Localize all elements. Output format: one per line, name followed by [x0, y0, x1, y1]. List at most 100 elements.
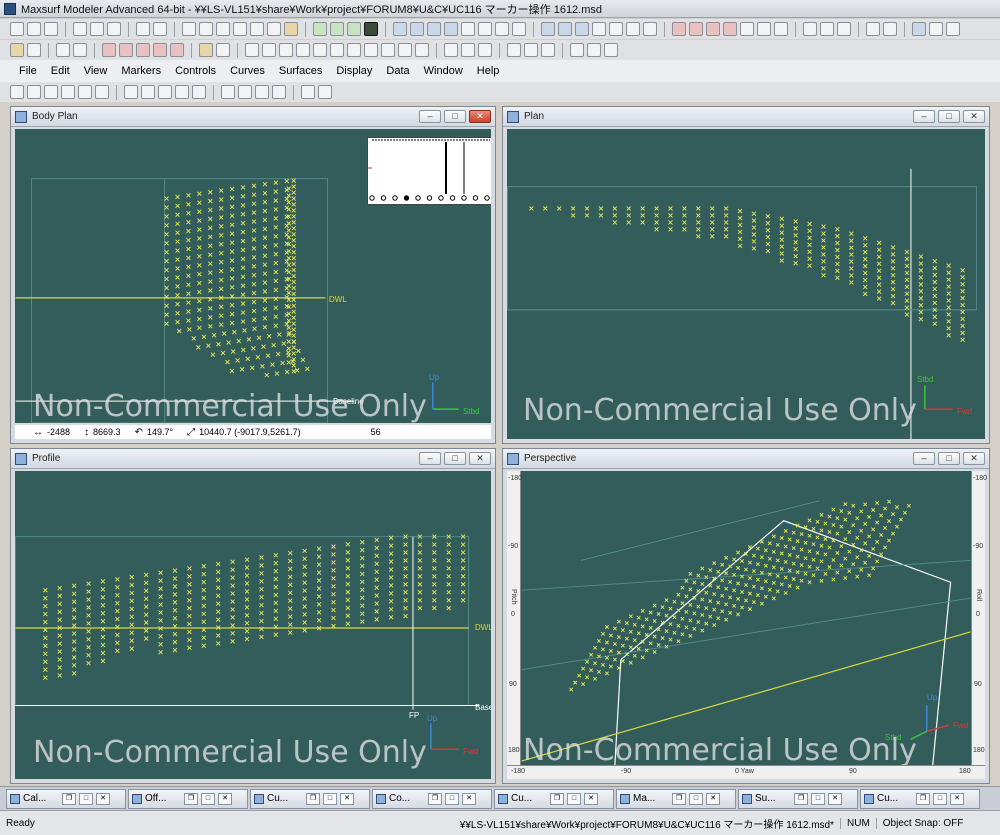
marker[interactable] — [186, 201, 191, 207]
toolbar-button[interactable] — [946, 22, 960, 36]
marker[interactable] — [403, 605, 408, 611]
marker[interactable] — [783, 528, 788, 533]
marker[interactable] — [129, 630, 135, 636]
marker[interactable] — [918, 254, 924, 259]
marker[interactable] — [600, 662, 605, 667]
marker[interactable] — [960, 267, 965, 273]
marker[interactable] — [821, 265, 826, 271]
marker[interactable] — [229, 302, 235, 308]
marker[interactable] — [589, 652, 594, 657]
marker[interactable] — [771, 596, 776, 601]
marker[interactable] — [417, 581, 423, 587]
marker[interactable] — [281, 341, 287, 346]
marker[interactable] — [291, 369, 297, 374]
toolbar-button[interactable] — [478, 22, 492, 36]
marker[interactable] — [624, 621, 629, 626]
marker[interactable] — [43, 603, 48, 609]
body-plan-canvas[interactable]: DWL Baseline Up Stbd Non-Commercial Use … — [15, 129, 491, 423]
marker[interactable] — [331, 591, 336, 597]
marker[interactable] — [446, 574, 452, 579]
marker[interactable] — [654, 213, 659, 218]
maximize-button[interactable]: □ — [79, 792, 93, 805]
marker[interactable] — [890, 279, 896, 285]
marker[interactable] — [608, 633, 613, 638]
marker[interactable] — [262, 280, 268, 285]
marker[interactable] — [57, 609, 63, 615]
marker[interactable] — [100, 658, 106, 664]
section-dot[interactable] — [369, 195, 375, 201]
marker[interactable] — [273, 287, 279, 293]
marker[interactable] — [262, 208, 268, 214]
marker[interactable] — [855, 574, 860, 579]
marker[interactable] — [100, 603, 106, 608]
marker[interactable] — [197, 325, 202, 331]
marker[interactable] — [831, 523, 836, 528]
marker[interactable] — [201, 603, 207, 609]
marker[interactable] — [262, 307, 268, 312]
marker[interactable] — [175, 221, 180, 227]
toolbar-button[interactable] — [524, 43, 538, 57]
marker[interactable] — [291, 291, 297, 297]
marker[interactable] — [207, 207, 213, 213]
marker[interactable] — [403, 550, 408, 555]
marker[interactable] — [946, 319, 951, 324]
marker[interactable] — [960, 302, 965, 308]
toolbar-button[interactable] — [199, 22, 213, 36]
marker[interactable] — [763, 579, 768, 584]
marker[interactable] — [696, 588, 701, 593]
marker[interactable] — [636, 646, 641, 651]
marker[interactable] — [867, 534, 872, 539]
marker[interactable] — [302, 572, 307, 578]
marker[interactable] — [849, 238, 854, 243]
toolbar-button[interactable] — [912, 22, 926, 36]
marker[interactable] — [632, 638, 637, 643]
marker[interactable] — [57, 593, 63, 599]
toolbar-button[interactable] — [330, 43, 344, 57]
marker[interactable] — [811, 542, 816, 547]
marker[interactable] — [229, 285, 235, 290]
marker[interactable] — [811, 573, 816, 578]
marker[interactable] — [676, 592, 681, 597]
marker[interactable] — [793, 239, 798, 245]
toolbar-button[interactable] — [318, 85, 332, 99]
restore-button[interactable]: ❐ — [184, 792, 198, 805]
marker[interactable] — [815, 550, 820, 555]
toolbar-button[interactable] — [136, 43, 150, 57]
marker[interactable] — [843, 517, 848, 522]
marker[interactable] — [779, 551, 784, 556]
marker[interactable] — [803, 556, 808, 561]
menu-controls[interactable]: Controls — [168, 65, 223, 77]
marker[interactable] — [287, 558, 293, 564]
toolbar-button[interactable] — [461, 43, 475, 57]
marker[interactable] — [86, 660, 91, 666]
marker[interactable] — [632, 622, 637, 627]
marker[interactable] — [779, 237, 785, 242]
marker[interactable] — [724, 602, 729, 607]
marker[interactable] — [879, 552, 884, 557]
marker[interactable] — [345, 557, 351, 563]
marker[interactable] — [819, 528, 824, 533]
marker[interactable] — [612, 657, 617, 662]
marker[interactable] — [262, 262, 268, 267]
marker[interactable] — [229, 258, 235, 263]
marker[interactable] — [767, 541, 772, 546]
marker[interactable] — [737, 243, 743, 249]
marker[interactable] — [728, 579, 733, 584]
marker[interactable] — [71, 591, 77, 597]
marker[interactable] — [229, 249, 235, 254]
marker[interactable] — [867, 573, 872, 578]
marker[interactable] — [946, 263, 951, 269]
toolbar-button[interactable] — [723, 22, 737, 36]
marker[interactable] — [724, 586, 729, 591]
toolbar-button[interactable] — [837, 22, 851, 36]
marker[interactable] — [807, 221, 812, 227]
marker[interactable] — [220, 350, 226, 356]
marker[interactable] — [286, 318, 292, 323]
toolbar-button[interactable] — [444, 22, 458, 36]
section-dot[interactable] — [392, 195, 398, 201]
marker[interactable] — [100, 650, 106, 656]
marker[interactable] — [251, 246, 257, 251]
marker[interactable] — [862, 270, 868, 276]
marker[interactable] — [946, 326, 951, 331]
marker[interactable] — [236, 338, 242, 344]
